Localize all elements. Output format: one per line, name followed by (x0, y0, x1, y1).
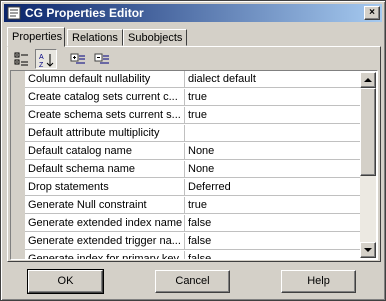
help-button[interactable]: Help (281, 270, 356, 293)
property-row[interactable]: Create catalog sets current c... true (11, 89, 360, 107)
property-value[interactable]: false (185, 233, 360, 250)
property-row[interactable]: Drop statements Deferred (11, 179, 360, 197)
collapse-all-icon (94, 53, 109, 64)
property-row[interactable]: Generate extended trigger na... false (11, 233, 360, 251)
sort-alphabetical-button[interactable]: A Z (35, 49, 57, 69)
svg-text:A: A (39, 54, 44, 61)
row-gutter (11, 251, 25, 259)
property-name: Generate extended trigger na... (25, 233, 185, 250)
property-value[interactable]: dialect default (185, 71, 360, 88)
row-gutter (11, 71, 25, 89)
property-name: Generate Null constraint (25, 197, 185, 214)
title-bar[interactable]: CG Properties Editor × (4, 4, 382, 22)
vertical-scrollbar[interactable] (360, 72, 376, 258)
property-value[interactable]: Deferred (185, 179, 360, 196)
property-name: Drop statements (25, 179, 185, 196)
row-gutter (11, 215, 25, 233)
property-row[interactable]: Create schema sets current s... true (11, 107, 360, 125)
property-value[interactable]: true (185, 197, 360, 214)
tab-properties[interactable]: Properties (7, 27, 65, 47)
row-gutter (11, 179, 25, 197)
property-value[interactable]: false (185, 215, 360, 232)
property-row[interactable]: Column default nullability dialect defaul… (11, 71, 360, 89)
property-row[interactable]: Default attribute multiplicity (11, 125, 360, 143)
property-row[interactable]: Generate extended index name false (11, 215, 360, 233)
expand-all-button[interactable] (67, 49, 89, 69)
ok-button[interactable]: OK (27, 269, 104, 294)
window-title: CG Properties Editor (25, 6, 144, 20)
app-icon (7, 6, 21, 20)
categorized-view-icon (14, 52, 28, 66)
property-row[interactable]: Default schema name None (11, 161, 360, 179)
scroll-down-button[interactable] (360, 242, 376, 258)
property-grid[interactable]: Column default nullability dialect defaul… (10, 70, 378, 260)
expand-all-icon (70, 53, 85, 64)
property-name: Generate index for primary key (25, 251, 185, 259)
row-gutter (11, 161, 25, 179)
collapse-all-button[interactable] (91, 49, 113, 69)
property-value[interactable]: false (185, 251, 360, 259)
row-gutter (11, 125, 25, 143)
categorized-view-button[interactable] (11, 49, 33, 69)
tab-relations[interactable]: Relations (67, 29, 123, 46)
property-value[interactable]: true (185, 107, 360, 124)
sort-alphabetical-icon: A Z (39, 54, 54, 68)
property-value[interactable]: true (185, 89, 360, 106)
property-row[interactable]: Generate Null constraint true (11, 197, 360, 215)
property-name: Default catalog name (25, 143, 185, 160)
property-value[interactable] (185, 125, 360, 142)
row-gutter (11, 197, 25, 215)
row-gutter (11, 233, 25, 251)
arrow-down-icon (364, 248, 372, 252)
properties-editor-window: CG Properties Editor × Properties Relati… (0, 0, 386, 301)
row-gutter (11, 89, 25, 107)
property-name: Default schema name (25, 161, 185, 178)
property-name: Create catalog sets current c... (25, 89, 185, 106)
property-value[interactable]: None (185, 161, 360, 178)
property-name: Default attribute multiplicity (25, 125, 185, 142)
close-button[interactable]: × (364, 6, 380, 20)
property-value[interactable]: None (185, 143, 360, 160)
close-icon: × (369, 7, 375, 18)
tab-subobjects[interactable]: Subobjects (123, 29, 187, 46)
property-name: Generate extended index name (25, 215, 185, 232)
row-gutter (11, 143, 25, 161)
cancel-button[interactable]: Cancel (155, 270, 230, 293)
scroll-thumb[interactable] (360, 88, 376, 176)
arrow-up-icon (364, 78, 372, 82)
property-name: Create schema sets current s... (25, 107, 185, 124)
property-row[interactable]: Generate index for primary key false (11, 251, 360, 259)
row-gutter (11, 107, 25, 125)
property-row[interactable]: Default catalog name None (11, 143, 360, 161)
scroll-up-button[interactable] (360, 72, 376, 88)
svg-text:Z: Z (39, 62, 44, 68)
property-name: Column default nullability (25, 71, 185, 88)
